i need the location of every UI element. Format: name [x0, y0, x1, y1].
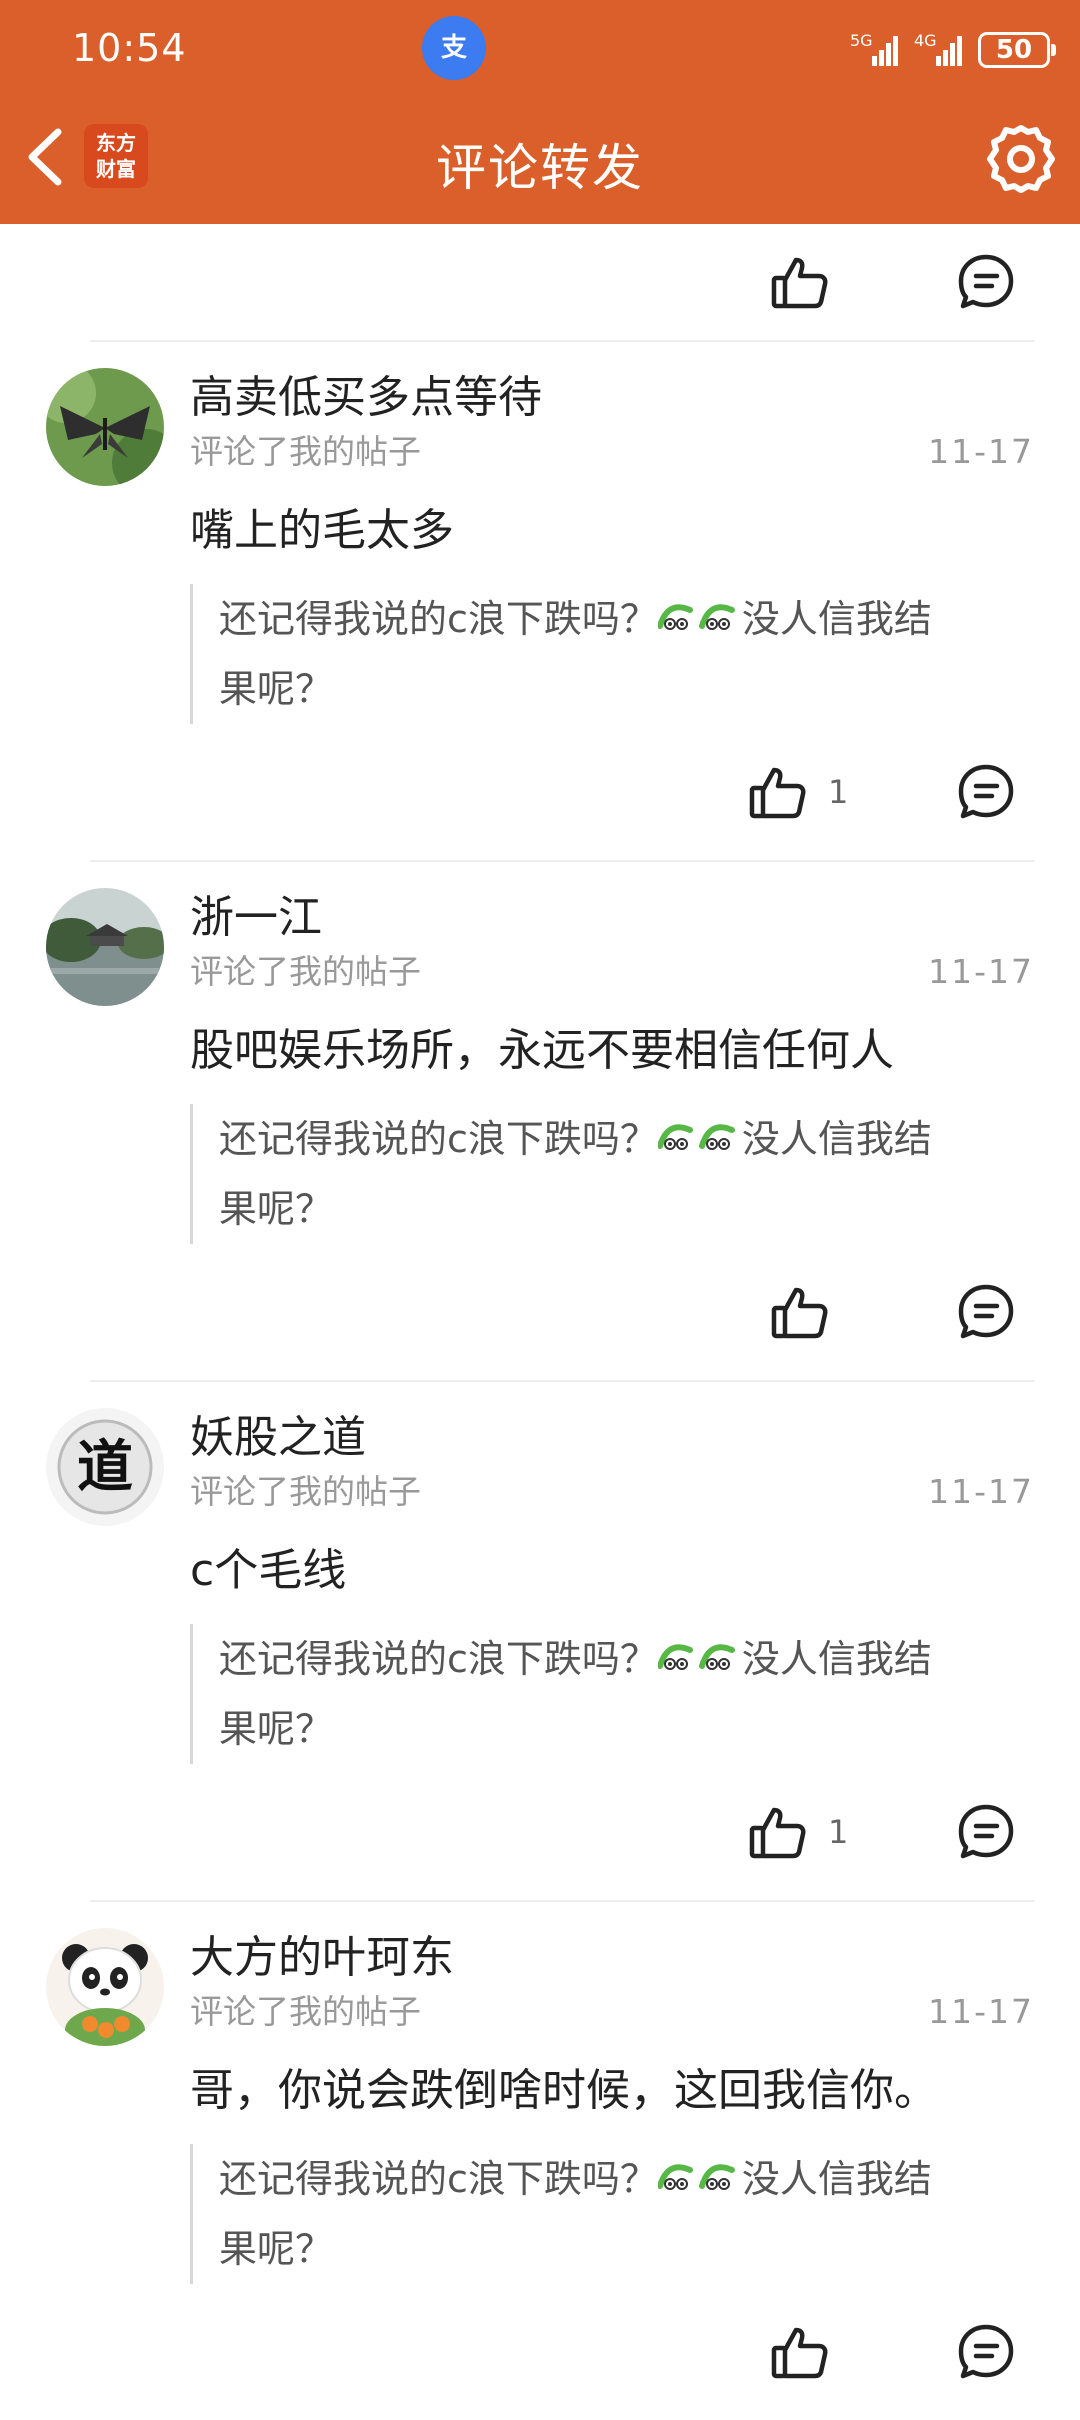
like-count: 1 [828, 773, 849, 811]
app-header: 10:54 支 5G 4G 50 东方 财富 评论转发 [0, 0, 1080, 224]
status-time: 10:54 [72, 26, 187, 70]
comment-bubble-icon[interactable] [956, 1282, 1016, 1342]
username[interactable]: 高卖低买多点等待 [190, 368, 1036, 428]
comment-text: 嘴上的毛太多 [190, 505, 454, 556]
date: 11-17 [928, 952, 1034, 991]
username[interactable]: 妖股之道 [190, 1408, 1036, 1468]
username[interactable]: 大方的叶珂东 [190, 1928, 1036, 1988]
gear-icon[interactable] [984, 122, 1058, 196]
action-text: 评论了我的帖子 [190, 952, 421, 991]
date: 11-17 [928, 1992, 1034, 2031]
action-row: 1 [0, 724, 1080, 860]
thumbs-up-icon[interactable] [748, 762, 808, 822]
action-text: 评论了我的帖子 [190, 432, 421, 471]
quoted-post[interactable]: 还记得我说的c浪下跌吗？ 没人信我结 果呢？ [190, 1624, 1010, 1764]
quoted-post[interactable]: 还记得我说的c浪下跌吗？ 没人信我结 果呢？ [190, 584, 1010, 724]
comment-content: 妖股之道 评论了我的帖子 11-17 c个毛线 还记得我说的c浪下跌吗？ 没人信… [190, 1408, 1036, 1764]
quote-text-line2: 果呢？ [219, 1707, 334, 1751]
network-4g-label: 4G [914, 31, 937, 50]
emoji-icon [657, 604, 735, 630]
comment-bubble-icon[interactable] [956, 762, 1016, 822]
comment-item[interactable]: 大方的叶珂东 评论了我的帖子 11-17 哥，你说会跌倒啥时候，这回我信你。 还… [0, 1902, 1080, 2420]
comment-feed: 高卖低买多点等待 评论了我的帖子 11-17 嘴上的毛太多 还记得我说的c浪下跌… [0, 224, 1080, 2420]
avatar[interactable] [46, 1928, 164, 2046]
action-row: 1 [0, 1764, 1080, 1900]
butterfly-avatar-image [46, 368, 164, 486]
action-text: 评论了我的帖子 [190, 1992, 421, 2031]
alipay-glyph: 支 [440, 33, 467, 63]
thumbs-up-icon[interactable] [770, 252, 830, 312]
page-title: 评论转发 [436, 139, 644, 197]
avatar[interactable] [46, 888, 164, 1006]
meta-line: 评论了我的帖子 11-17 [190, 428, 1036, 476]
meta-line: 评论了我的帖子 11-17 [190, 948, 1036, 996]
like-count: 1 [828, 1813, 849, 1851]
avatar[interactable] [46, 368, 164, 486]
comment-bubble-icon[interactable] [956, 2322, 1016, 2382]
emoji-icon [657, 1124, 735, 1150]
comment-item[interactable]: 高卖低买多点等待 评论了我的帖子 11-17 嘴上的毛太多 还记得我说的c浪下跌… [0, 342, 1080, 860]
comment-content: 浙一江 评论了我的帖子 11-17 股吧娱乐场所，永远不要相信任何人 还记得我说… [190, 888, 1036, 1244]
comment-content: 高卖低买多点等待 评论了我的帖子 11-17 嘴上的毛太多 还记得我说的c浪下跌… [190, 368, 1036, 724]
date: 11-17 [928, 1472, 1034, 1511]
meta-line: 评论了我的帖子 11-17 [190, 1988, 1036, 2036]
quote-text-start: 还记得我说的c浪下跌吗？ [219, 597, 658, 641]
quote-text-start: 还记得我说的c浪下跌吗？ [219, 1117, 658, 1161]
comment-item[interactable]: 道 妖股之道 评论了我的帖子 11-17 c个毛线 还记得我说的c浪下跌吗？ 没… [0, 1382, 1080, 1900]
quote-text-line2: 果呢？ [219, 667, 334, 711]
quote-text-line2: 果呢？ [219, 1187, 334, 1231]
thumbs-up-icon[interactable] [770, 1282, 830, 1342]
status-indicators: 5G 4G 50 [850, 30, 1056, 70]
network-5g-label: 5G [850, 31, 873, 50]
quoted-post[interactable]: 还记得我说的c浪下跌吗？ 没人信我结 果呢？ [190, 2144, 1010, 2284]
comment-text: 哥，你说会跌倒啥时候，这回我信你。 [190, 2065, 938, 2116]
comment-bubble-icon[interactable] [956, 252, 1016, 312]
battery-indicator: 50 [978, 32, 1056, 68]
thumbs-up-icon[interactable] [748, 1802, 808, 1862]
lake-avatar-image [46, 888, 164, 1006]
emoji-icon [657, 1644, 735, 1670]
quote-text-start: 还记得我说的c浪下跌吗？ [219, 1637, 658, 1681]
calligraphy-avatar-image: 道 [46, 1408, 164, 1526]
signal-4g-icon: 4G [914, 31, 962, 66]
comment-text: 股吧娱乐场所，永远不要相信任何人 [190, 1025, 894, 1076]
battery-level: 50 [995, 35, 1033, 65]
quote-text-end: 没人信我结 [741, 597, 932, 641]
action-row [0, 224, 1080, 340]
avatar-glyph: 道 [77, 1434, 133, 1500]
comment-bubble-icon[interactable] [956, 1802, 1016, 1862]
action-text: 评论了我的帖子 [190, 1472, 421, 1511]
alipay-notification-icon[interactable]: 支 [422, 16, 486, 80]
panda-avatar-image [46, 1928, 164, 2046]
quote-text-line2: 果呢？ [219, 2227, 334, 2271]
meta-line: 评论了我的帖子 11-17 [190, 1468, 1036, 1516]
quote-text-start: 还记得我说的c浪下跌吗？ [219, 2157, 658, 2201]
quote-text-end: 没人信我结 [741, 2157, 932, 2201]
comment-item[interactable]: 浙一江 评论了我的帖子 11-17 股吧娱乐场所，永远不要相信任何人 还记得我说… [0, 862, 1080, 1380]
emoji-icon [657, 2164, 735, 2190]
signal-5g-icon: 5G [850, 31, 898, 66]
quote-text-end: 没人信我结 [741, 1117, 932, 1161]
action-row [0, 1244, 1080, 1380]
quoted-post[interactable]: 还记得我说的c浪下跌吗？ 没人信我结 果呢？ [190, 1104, 1010, 1244]
thumbs-up-icon[interactable] [770, 2322, 830, 2382]
date: 11-17 [928, 432, 1034, 471]
username[interactable]: 浙一江 [190, 888, 1036, 948]
quote-text-end: 没人信我结 [741, 1637, 932, 1681]
avatar[interactable]: 道 [46, 1408, 164, 1526]
comment-content: 大方的叶珂东 评论了我的帖子 11-17 哥，你说会跌倒啥时候，这回我信你。 还… [190, 1928, 1036, 2284]
comment-text: c个毛线 [190, 1545, 347, 1596]
